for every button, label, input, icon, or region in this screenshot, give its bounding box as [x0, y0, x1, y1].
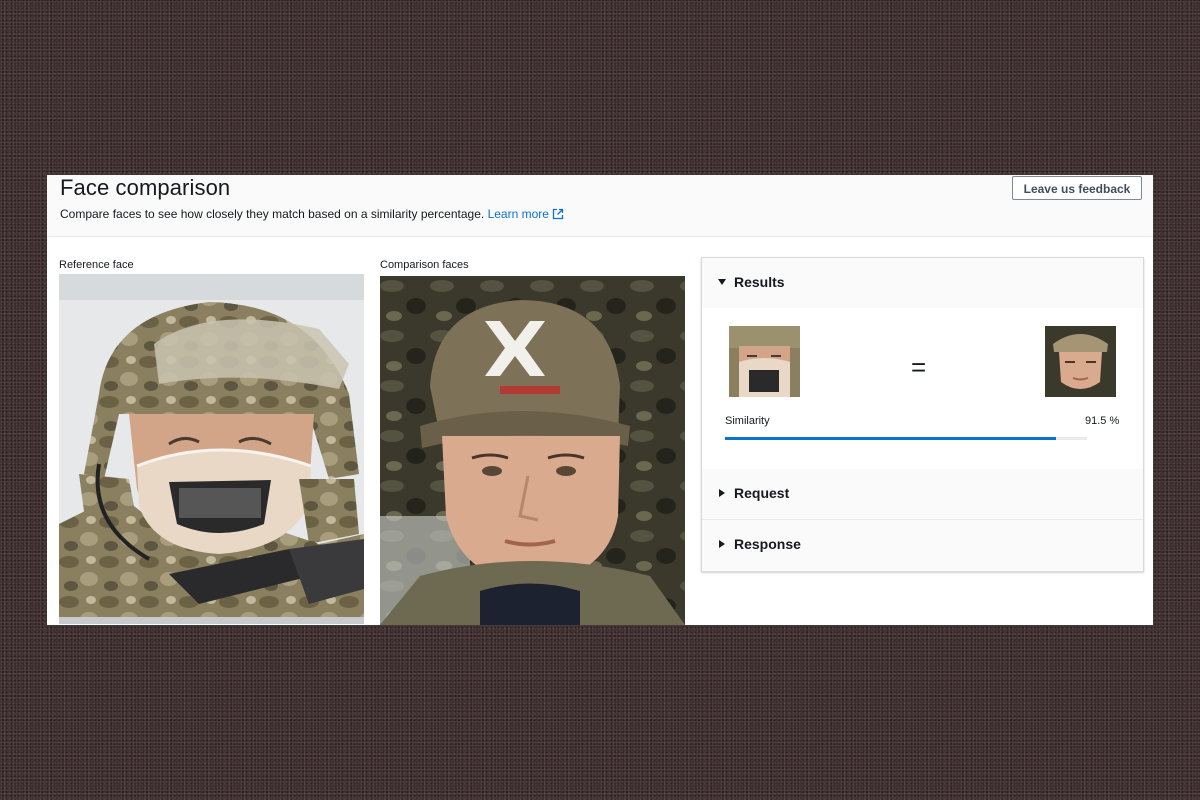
- similarity-label: Similarity: [725, 415, 770, 427]
- comparison-face-thumbnail: [1045, 326, 1116, 397]
- learn-more-link[interactable]: Learn more: [488, 207, 564, 221]
- similarity-progress-fill: [725, 437, 1057, 440]
- page-header: Face comparison Compare faces to see how…: [47, 175, 1153, 237]
- reference-face-label: Reference face: [59, 259, 134, 271]
- comparison-faces-label: Comparison faces: [380, 259, 469, 271]
- caret-right-icon: [719, 540, 725, 548]
- similarity-progress-bar: [725, 437, 1087, 440]
- results-panel: Results = Similarity 91.5 % Request Resp…: [701, 257, 1144, 572]
- response-title: Response: [734, 536, 801, 552]
- results-title: Results: [734, 274, 785, 290]
- reference-face-image[interactable]: [59, 274, 364, 624]
- similarity-value: 91.5 %: [1085, 415, 1120, 427]
- learn-more-label: Learn more: [487, 207, 549, 221]
- request-title: Request: [734, 485, 790, 501]
- equals-sign: =: [911, 352, 927, 382]
- leave-feedback-button[interactable]: Leave us feedback: [1012, 176, 1142, 200]
- description-text: Compare faces to see how closely they ma…: [60, 207, 485, 221]
- reference-face-thumbnail: [729, 326, 800, 397]
- request-section-header[interactable]: Request: [702, 469, 1143, 520]
- results-body: = Similarity 91.5 %: [702, 308, 1143, 469]
- external-link-icon: [552, 208, 564, 220]
- page-title: Face comparison: [60, 175, 231, 200]
- results-section-header[interactable]: Results: [702, 258, 1143, 309]
- caret-down-icon: [718, 279, 726, 285]
- face-comparison-screen: Face comparison Compare faces to see how…: [47, 175, 1153, 625]
- caret-right-icon: [719, 489, 725, 497]
- page-description: Compare faces to see how closely they ma…: [60, 207, 564, 221]
- comparison-face-image[interactable]: [380, 276, 685, 625]
- response-section-header[interactable]: Response: [702, 520, 1143, 570]
